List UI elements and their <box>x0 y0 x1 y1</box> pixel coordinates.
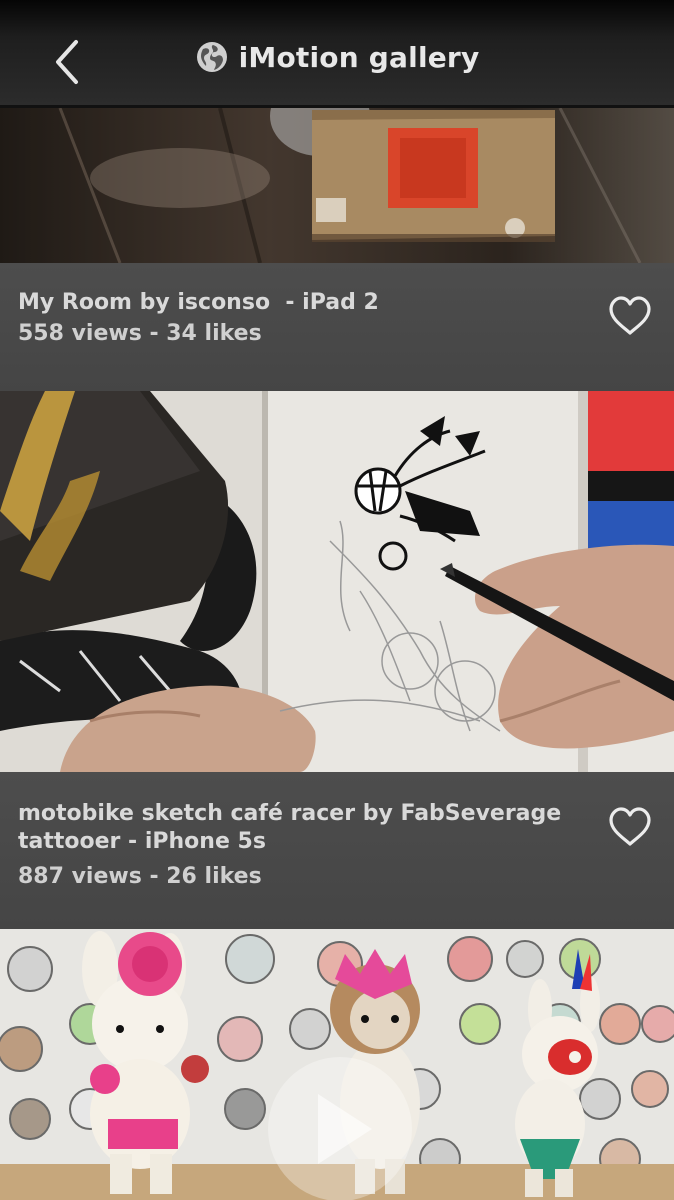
video-thumbnail-2[interactable] <box>0 391 674 772</box>
play-icon[interactable] <box>268 1057 412 1200</box>
app-screen: iMotion gallery My Room by isconso - iPa… <box>0 0 674 1200</box>
item-title-line-1: motobike sketch café racer by FabSeverag… <box>18 801 562 826</box>
item-title: My Room by isconso - iPad 2 <box>18 290 379 315</box>
page-title: iMotion gallery <box>238 40 480 74</box>
globe-icon <box>196 42 227 72</box>
video-thumbnail-3[interactable] <box>0 929 674 1200</box>
heart-outline-icon[interactable] <box>608 295 652 337</box>
item-stats: 558 views - 34 likes <box>18 321 262 346</box>
item-stats: 887 views - 26 likes <box>18 864 262 889</box>
gallery-item-info-2: motobike sketch café racer by FabSeverag… <box>0 772 674 929</box>
video-thumbnail-1[interactable] <box>0 108 674 263</box>
navigation-bar: iMotion gallery <box>0 0 674 108</box>
header-title-group: iMotion gallery <box>0 40 674 84</box>
thumbnail-image-sketch <box>0 391 674 772</box>
item-title-line-2: tattooer - iPhone 5s <box>18 829 266 854</box>
thumbnail-image-room <box>0 108 674 263</box>
gallery-item-info-1: My Room by isconso - iPad 2 558 views - … <box>0 263 674 391</box>
thumbnail-image-figurines <box>0 929 674 1200</box>
heart-outline-icon[interactable] <box>608 806 652 848</box>
